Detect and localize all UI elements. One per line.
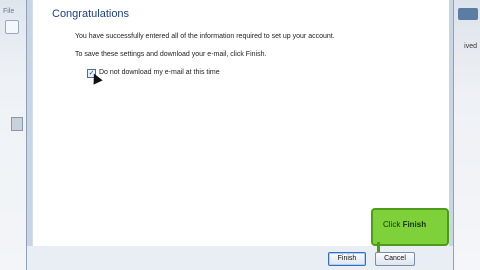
callout-emphasis: Finish xyxy=(402,220,427,229)
callout-pointer xyxy=(377,242,380,252)
callout-prefix: Click xyxy=(383,220,403,229)
background-window-right: ived xyxy=(451,0,480,270)
tutorial-callout: Click Finish xyxy=(371,208,449,246)
document-icon[interactable] xyxy=(5,20,19,34)
instruction-message: To save these settings and download your… xyxy=(75,51,267,58)
callout-text: Click Finish xyxy=(383,220,426,229)
page-title: Congratulations xyxy=(52,8,130,20)
finish-button[interactable]: Finish xyxy=(328,252,366,266)
background-menu-label[interactable]: File xyxy=(3,8,14,15)
success-message: You have successfully entered all of the… xyxy=(75,33,335,40)
folder-icon[interactable] xyxy=(11,117,23,131)
background-window-left: File xyxy=(0,0,27,270)
cancel-button[interactable]: Cancel xyxy=(375,252,415,266)
do-not-download-label[interactable]: Do not download my e-mail at this time xyxy=(99,69,220,76)
close-icon[interactable] xyxy=(458,8,478,20)
background-column-label: ived xyxy=(464,43,477,50)
